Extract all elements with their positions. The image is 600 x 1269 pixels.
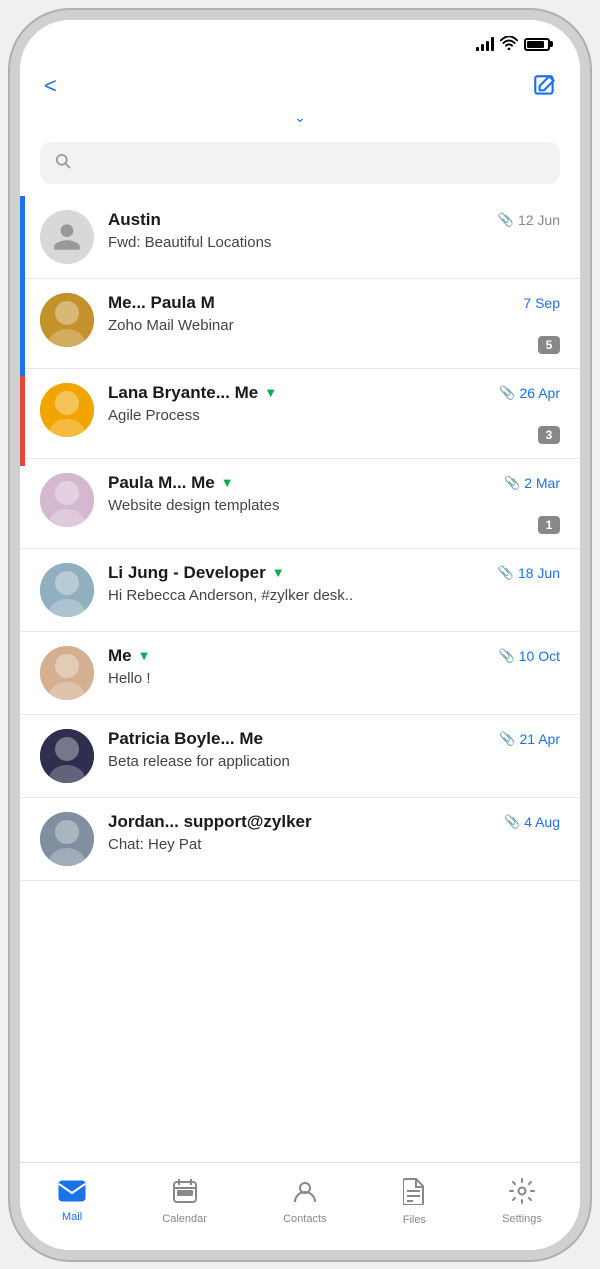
count-badge: 3 [538, 426, 560, 444]
avatar [40, 473, 94, 527]
flag-icon: ▼ [264, 385, 277, 400]
email-content: Me ▼ 📎 10 Oct Hello ! [108, 646, 560, 687]
email-list-item[interactable]: Paula M... Me ▼ 📎 2 Mar Website design t… [20, 459, 580, 549]
email-sender: Me ▼ [108, 646, 151, 666]
email-subject: Zoho Mail Webinar [108, 317, 560, 334]
email-subject: Agile Process [108, 407, 560, 424]
mail-nav-label: Mail [62, 1211, 82, 1223]
email-date: 7 Sep [523, 295, 560, 311]
contacts-nav-label: Contacts [283, 1213, 326, 1225]
settings-icon [509, 1178, 535, 1209]
email-list-item[interactable]: Patricia Boyle... Me 📎 21 Apr Beta relea… [20, 715, 580, 798]
email-list-item[interactable]: Jordan... support@zylker 📎 4 Aug Chat: H… [20, 798, 580, 881]
email-content: Lana Bryante... Me ▼ 📎 26 Apr Agile Proc… [108, 383, 560, 444]
flag-icon: ▼ [272, 565, 285, 580]
calendar-nav-label: Calendar [162, 1213, 207, 1225]
email-sender: Austin [108, 210, 161, 230]
email-date: 📎 4 Aug [504, 814, 560, 830]
avatar [40, 293, 94, 347]
email-list-item[interactable]: Lana Bryante... Me ▼ 📎 26 Apr Agile Proc… [20, 369, 580, 459]
email-list-item[interactable]: Li Jung - Developer ▼ 📎 18 Jun Hi Rebecc… [20, 549, 580, 632]
email-list-item[interactable]: Me... Paula M 7 Sep Zoho Mail Webinar 5 [20, 279, 580, 369]
count-badge: 5 [538, 336, 560, 354]
status-icons [476, 36, 550, 53]
email-date: 📎 10 Oct [499, 648, 560, 664]
email-content: Paula M... Me ▼ 📎 2 Mar Website design t… [108, 473, 560, 534]
attachment-icon: 📎 [504, 814, 520, 830]
email-sender: Li Jung - Developer ▼ [108, 563, 285, 583]
email-sender: Patricia Boyle... Me [108, 729, 263, 749]
email-list-item[interactable]: Me ▼ 📎 10 Oct Hello ! [20, 632, 580, 715]
accent-bar-blue [20, 196, 25, 376]
wifi-icon [500, 36, 518, 53]
flag-icon: ▼ [221, 475, 234, 490]
email-date: 📎 26 Apr [499, 385, 560, 401]
email-date: 📎 2 Mar [504, 475, 560, 491]
email-subject: Website design templates [108, 497, 560, 514]
avatar [40, 383, 94, 437]
mail-list: Austin 📎 12 Jun Fwd: Beautiful Locations… [20, 196, 580, 1162]
battery-icon [524, 38, 550, 51]
bottom-nav: Mail Calendar [20, 1162, 580, 1250]
attachment-icon: 📎 [498, 212, 514, 228]
email-list-item[interactable]: Austin 📎 12 Jun Fwd: Beautiful Locations [20, 196, 580, 279]
email-sender: Jordan... support@zylker [108, 812, 312, 832]
email-subject: Chat: Hey Pat [108, 836, 560, 853]
settings-nav-label: Settings [502, 1213, 542, 1225]
chevron-down-icon[interactable]: ⌄ [294, 109, 306, 126]
files-icon [403, 1177, 425, 1210]
attachment-icon: 📎 [499, 648, 515, 664]
signal-bars-icon [476, 37, 494, 51]
search-bar[interactable] [40, 142, 560, 184]
attachment-icon: 📎 [504, 475, 520, 491]
email-date: 📎 18 Jun [498, 565, 560, 581]
attachment-icon: 📎 [499, 731, 515, 747]
email-subject: Hello ! [108, 670, 560, 687]
accent-bar-red [20, 376, 25, 466]
search-container [20, 132, 580, 196]
email-content: Austin 📎 12 Jun Fwd: Beautiful Locations [108, 210, 560, 251]
phone-shell: < ⌄ [20, 20, 580, 1250]
avatar [40, 729, 94, 783]
email-date: 📎 21 Apr [499, 731, 560, 747]
header: < ⌄ [20, 61, 580, 132]
contacts-icon [292, 1178, 318, 1209]
attachment-icon: 📎 [498, 565, 514, 581]
count-badge: 1 [538, 516, 560, 534]
email-content: Jordan... support@zylker 📎 4 Aug Chat: H… [108, 812, 560, 853]
nav-item-files[interactable]: Files [393, 1173, 436, 1230]
back-button[interactable]: < [40, 69, 61, 103]
email-content: Patricia Boyle... Me 📎 21 Apr Beta relea… [108, 729, 560, 770]
mail-icon [58, 1180, 86, 1207]
compose-button[interactable] [530, 71, 560, 101]
email-sender: Lana Bryante... Me ▼ [108, 383, 277, 403]
nav-item-contacts[interactable]: Contacts [273, 1174, 336, 1229]
avatar [40, 812, 94, 866]
avatar [40, 646, 94, 700]
email-content: Me... Paula M 7 Sep Zoho Mail Webinar 5 [108, 293, 560, 354]
flag-icon: ▼ [138, 648, 151, 663]
email-subject: Beta release for application [108, 753, 560, 770]
nav-item-mail[interactable]: Mail [48, 1176, 96, 1227]
email-sender: Me... Paula M [108, 293, 215, 313]
avatar [40, 210, 94, 264]
status-bar [20, 20, 580, 61]
email-subject: Hi Rebecca Anderson, #zylker desk.. [108, 587, 560, 604]
files-nav-label: Files [403, 1214, 426, 1226]
email-subject: Fwd: Beautiful Locations [108, 234, 560, 251]
email-content: Li Jung - Developer ▼ 📎 18 Jun Hi Rebecc… [108, 563, 560, 604]
avatar [40, 563, 94, 617]
nav-item-calendar[interactable]: Calendar [152, 1174, 217, 1229]
email-date: 📎 12 Jun [498, 212, 560, 228]
nav-item-settings[interactable]: Settings [492, 1174, 552, 1229]
attachment-icon: 📎 [499, 385, 515, 401]
calendar-icon [172, 1178, 198, 1209]
email-sender: Paula M... Me ▼ [108, 473, 234, 493]
search-icon [54, 152, 71, 174]
